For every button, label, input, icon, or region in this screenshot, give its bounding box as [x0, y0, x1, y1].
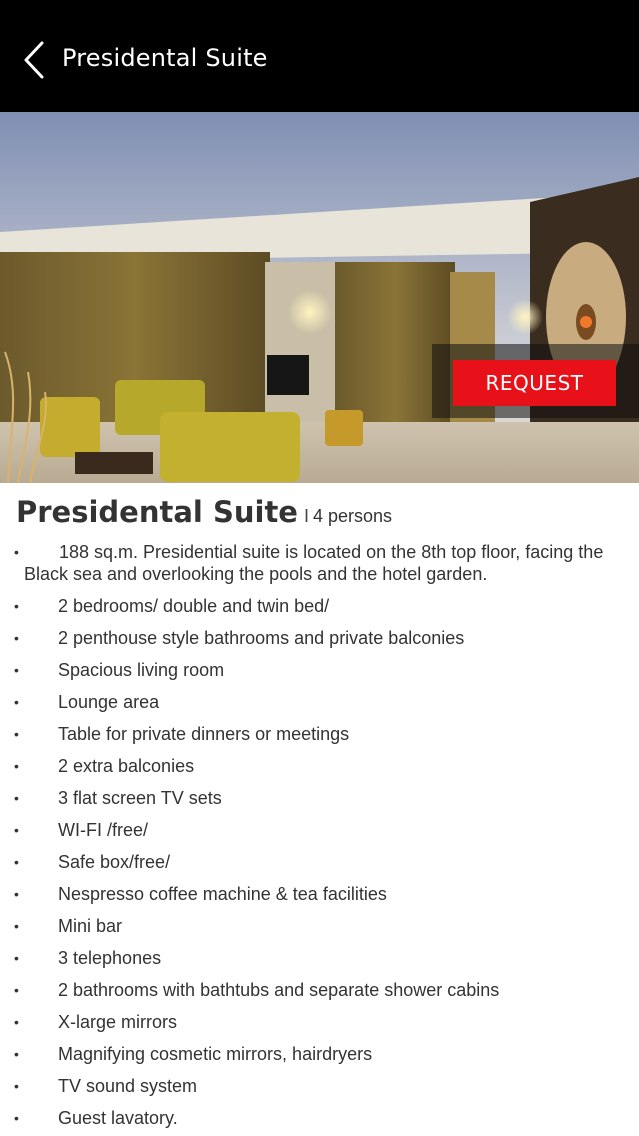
- list-item: • 3 telephones: [0, 947, 639, 969]
- chevron-left-icon: [24, 41, 44, 79]
- app-header: Presidental Suite: [0, 0, 639, 112]
- list-item: • Nespresso coffee machine & tea faciliti…: [0, 883, 639, 905]
- list-item: • 3 flat screen TV sets: [0, 787, 639, 809]
- bullet: •: [14, 950, 19, 966]
- feature-text: TV sound system: [58, 1076, 198, 1096]
- bullet: •: [14, 662, 19, 678]
- bullet: •: [14, 854, 19, 870]
- room-photo: [0, 112, 639, 483]
- bullet: •: [14, 726, 19, 742]
- list-item: • 188 sq.m. Presidential suite is located…: [0, 541, 639, 585]
- feature-text: 2 extra balconies: [58, 756, 195, 776]
- feature-text: Safe box/free/: [58, 852, 171, 872]
- feature-text: 2 bedrooms/ double and twin bed/: [58, 596, 330, 616]
- feature-text: 3 flat screen TV sets: [58, 788, 222, 808]
- feature-text: WI-FI /free/: [58, 820, 148, 840]
- request-button[interactable]: REQUEST: [453, 360, 616, 406]
- bullet: •: [14, 1078, 19, 1094]
- room-heading: Presidental Suite I 4 persons: [16, 495, 392, 529]
- back-button[interactable]: [16, 38, 52, 82]
- bullet: •: [14, 694, 19, 710]
- bullet: •: [14, 1110, 19, 1126]
- features-list: • 188 sq.m. Presidential suite is located…: [0, 541, 639, 1129]
- list-item: • Table for private dinners or meetings: [0, 723, 639, 745]
- bullet: •: [14, 630, 19, 646]
- bullet: •: [14, 544, 19, 560]
- list-item: • TV sound system: [0, 1075, 639, 1097]
- list-item: • WI-FI /free/: [0, 819, 639, 841]
- feature-text: Table for private dinners or meetings: [58, 724, 350, 744]
- list-item: • X-large mirrors: [0, 1011, 639, 1033]
- list-item: • Magnifying cosmetic mirrors, hairdryers: [0, 1043, 639, 1065]
- list-item: • 2 penthouse style bathrooms and private…: [0, 627, 639, 649]
- bullet: •: [14, 918, 19, 934]
- title-separator: I: [303, 506, 309, 526]
- list-item: • Guest lavatory.: [0, 1107, 639, 1129]
- feature-text: Guest lavatory.: [58, 1108, 178, 1128]
- bullet: •: [14, 822, 19, 838]
- feature-text: 2 penthouse style bathrooms and private …: [58, 628, 465, 648]
- bullet: •: [14, 982, 19, 998]
- header-title: Presidental Suite: [62, 44, 268, 72]
- feature-text: X-large mirrors: [58, 1012, 178, 1032]
- feature-text: Magnifying cosmetic mirrors, hairdryers: [58, 1044, 373, 1064]
- list-item: • 2 bathrooms with bathtubs and separate …: [0, 979, 639, 1001]
- list-item: • 2 extra balconies: [0, 755, 639, 777]
- bullet: •: [14, 886, 19, 902]
- list-item: • 2 bedrooms/ double and twin bed/: [0, 595, 639, 617]
- bullet: •: [14, 598, 19, 614]
- feature-text: Spacious living room: [58, 660, 225, 680]
- bullet: •: [14, 790, 19, 806]
- bullet: •: [14, 1014, 19, 1030]
- feature-text: Lounge area: [58, 692, 160, 712]
- feature-text: Nespresso coffee machine & tea facilitie…: [58, 884, 387, 904]
- list-item: • Mini bar: [0, 915, 639, 937]
- feature-text: 188 sq.m. Presidential suite is located …: [24, 542, 604, 584]
- feature-text: 2 bathrooms with bathtubs and separate s…: [58, 980, 500, 1000]
- room-title: Presidental Suite: [16, 495, 298, 529]
- feature-text: Mini bar: [58, 916, 123, 936]
- room-capacity: 4 persons: [313, 506, 393, 526]
- bullet: •: [14, 1046, 19, 1062]
- list-item: • Lounge area: [0, 691, 639, 713]
- bullet: •: [14, 758, 19, 774]
- list-item: • Safe box/free/: [0, 851, 639, 873]
- list-item: • Spacious living room: [0, 659, 639, 681]
- feature-text: 3 telephones: [58, 948, 162, 968]
